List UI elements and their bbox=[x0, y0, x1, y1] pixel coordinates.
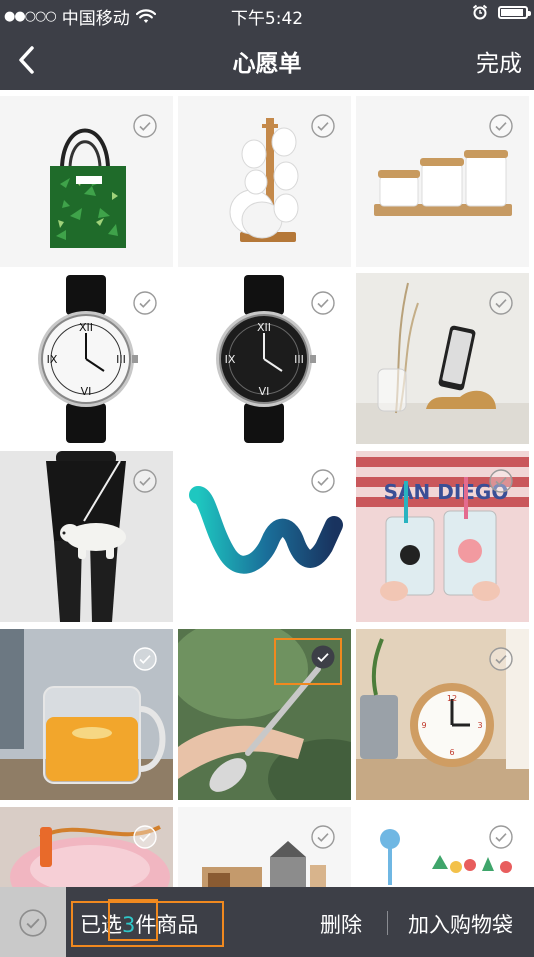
product-item-phone-stand[interactable] bbox=[356, 273, 529, 444]
svg-text:9: 9 bbox=[421, 721, 426, 730]
alarm-icon bbox=[472, 4, 488, 20]
svg-text:III: III bbox=[294, 353, 304, 366]
checkbox-unchecked-icon bbox=[19, 909, 47, 937]
product-item-house-decor[interactable] bbox=[178, 807, 351, 887]
product-item-tumblers[interactable]: SAN DIEGO bbox=[356, 451, 529, 622]
product-item-wave-logo[interactable] bbox=[178, 451, 351, 622]
checkbox-unchecked-icon[interactable] bbox=[311, 291, 335, 315]
product-item-tote-bag[interactable] bbox=[0, 96, 173, 267]
product-item-watch-black[interactable]: XII VI IX III bbox=[178, 273, 351, 444]
selection-highlight bbox=[274, 638, 342, 685]
svg-text:VI: VI bbox=[259, 385, 270, 398]
product-item-cup-rack[interactable] bbox=[178, 96, 351, 267]
page-title: 心愿单 bbox=[232, 51, 302, 77]
product-item-bear-bag[interactable] bbox=[0, 451, 173, 622]
checkbox-unchecked-icon[interactable] bbox=[489, 291, 513, 315]
svg-text:IX: IX bbox=[47, 353, 58, 366]
svg-text:XII: XII bbox=[79, 321, 93, 334]
svg-text:3: 3 bbox=[477, 721, 482, 730]
svg-text:12: 12 bbox=[447, 694, 457, 703]
product-item-pink-bowl[interactable] bbox=[0, 807, 173, 887]
product-item-ceramic-jars[interactable] bbox=[356, 96, 529, 267]
checkbox-unchecked-icon[interactable] bbox=[133, 469, 157, 493]
status-bar: ●●○○○ 中国移动 下午5:42 bbox=[0, 0, 534, 29]
checkbox-unchecked-icon[interactable] bbox=[489, 647, 513, 671]
battery-icon bbox=[498, 5, 531, 19]
add-to-bag-button[interactable]: 加入购物袋 bbox=[408, 909, 513, 939]
product-item-watch-white[interactable]: XII VI IX III bbox=[0, 273, 173, 444]
svg-text:VI: VI bbox=[81, 385, 92, 398]
checkbox-unchecked-icon[interactable] bbox=[133, 647, 157, 671]
product-item-spoon[interactable] bbox=[178, 629, 351, 800]
status-time: 下午5:42 bbox=[230, 9, 304, 29]
checkbox-unchecked-icon[interactable] bbox=[311, 114, 335, 138]
svg-text:6: 6 bbox=[449, 748, 454, 757]
delete-button[interactable]: 删除 bbox=[320, 909, 362, 939]
select-all-button[interactable] bbox=[0, 887, 66, 957]
checkbox-unchecked-icon[interactable] bbox=[311, 469, 335, 493]
checkbox-unchecked-icon[interactable] bbox=[133, 291, 157, 315]
battery-level bbox=[501, 8, 523, 16]
product-item-cake-toppers[interactable] bbox=[356, 807, 529, 887]
nav-bar: 心愿单 完成 bbox=[0, 28, 534, 90]
checkbox-unchecked-icon[interactable] bbox=[489, 114, 513, 138]
svg-text:III: III bbox=[116, 353, 126, 366]
bottom-action-bar: 已选3件商品 删除 加入购物袋 bbox=[0, 887, 534, 957]
product-item-glass-mug[interactable] bbox=[0, 629, 173, 800]
checkbox-unchecked-icon[interactable] bbox=[133, 114, 157, 138]
product-item-alarm-clock[interactable]: 12 3 6 9 bbox=[356, 629, 529, 800]
checkbox-unchecked-icon[interactable] bbox=[311, 825, 335, 849]
done-button[interactable]: 完成 bbox=[476, 44, 522, 78]
checkbox-unchecked-icon[interactable] bbox=[133, 825, 157, 849]
checkbox-unchecked-icon[interactable] bbox=[489, 469, 513, 493]
count-highlight bbox=[108, 899, 158, 941]
divider bbox=[387, 911, 388, 935]
status-right bbox=[472, 4, 531, 20]
svg-text:XII: XII bbox=[257, 321, 271, 334]
wishlist-grid: XII VI IX III XII VI IX III SAN DIEGO 12… bbox=[0, 90, 534, 887]
checkbox-unchecked-icon[interactable] bbox=[489, 825, 513, 849]
svg-text:IX: IX bbox=[225, 353, 236, 366]
